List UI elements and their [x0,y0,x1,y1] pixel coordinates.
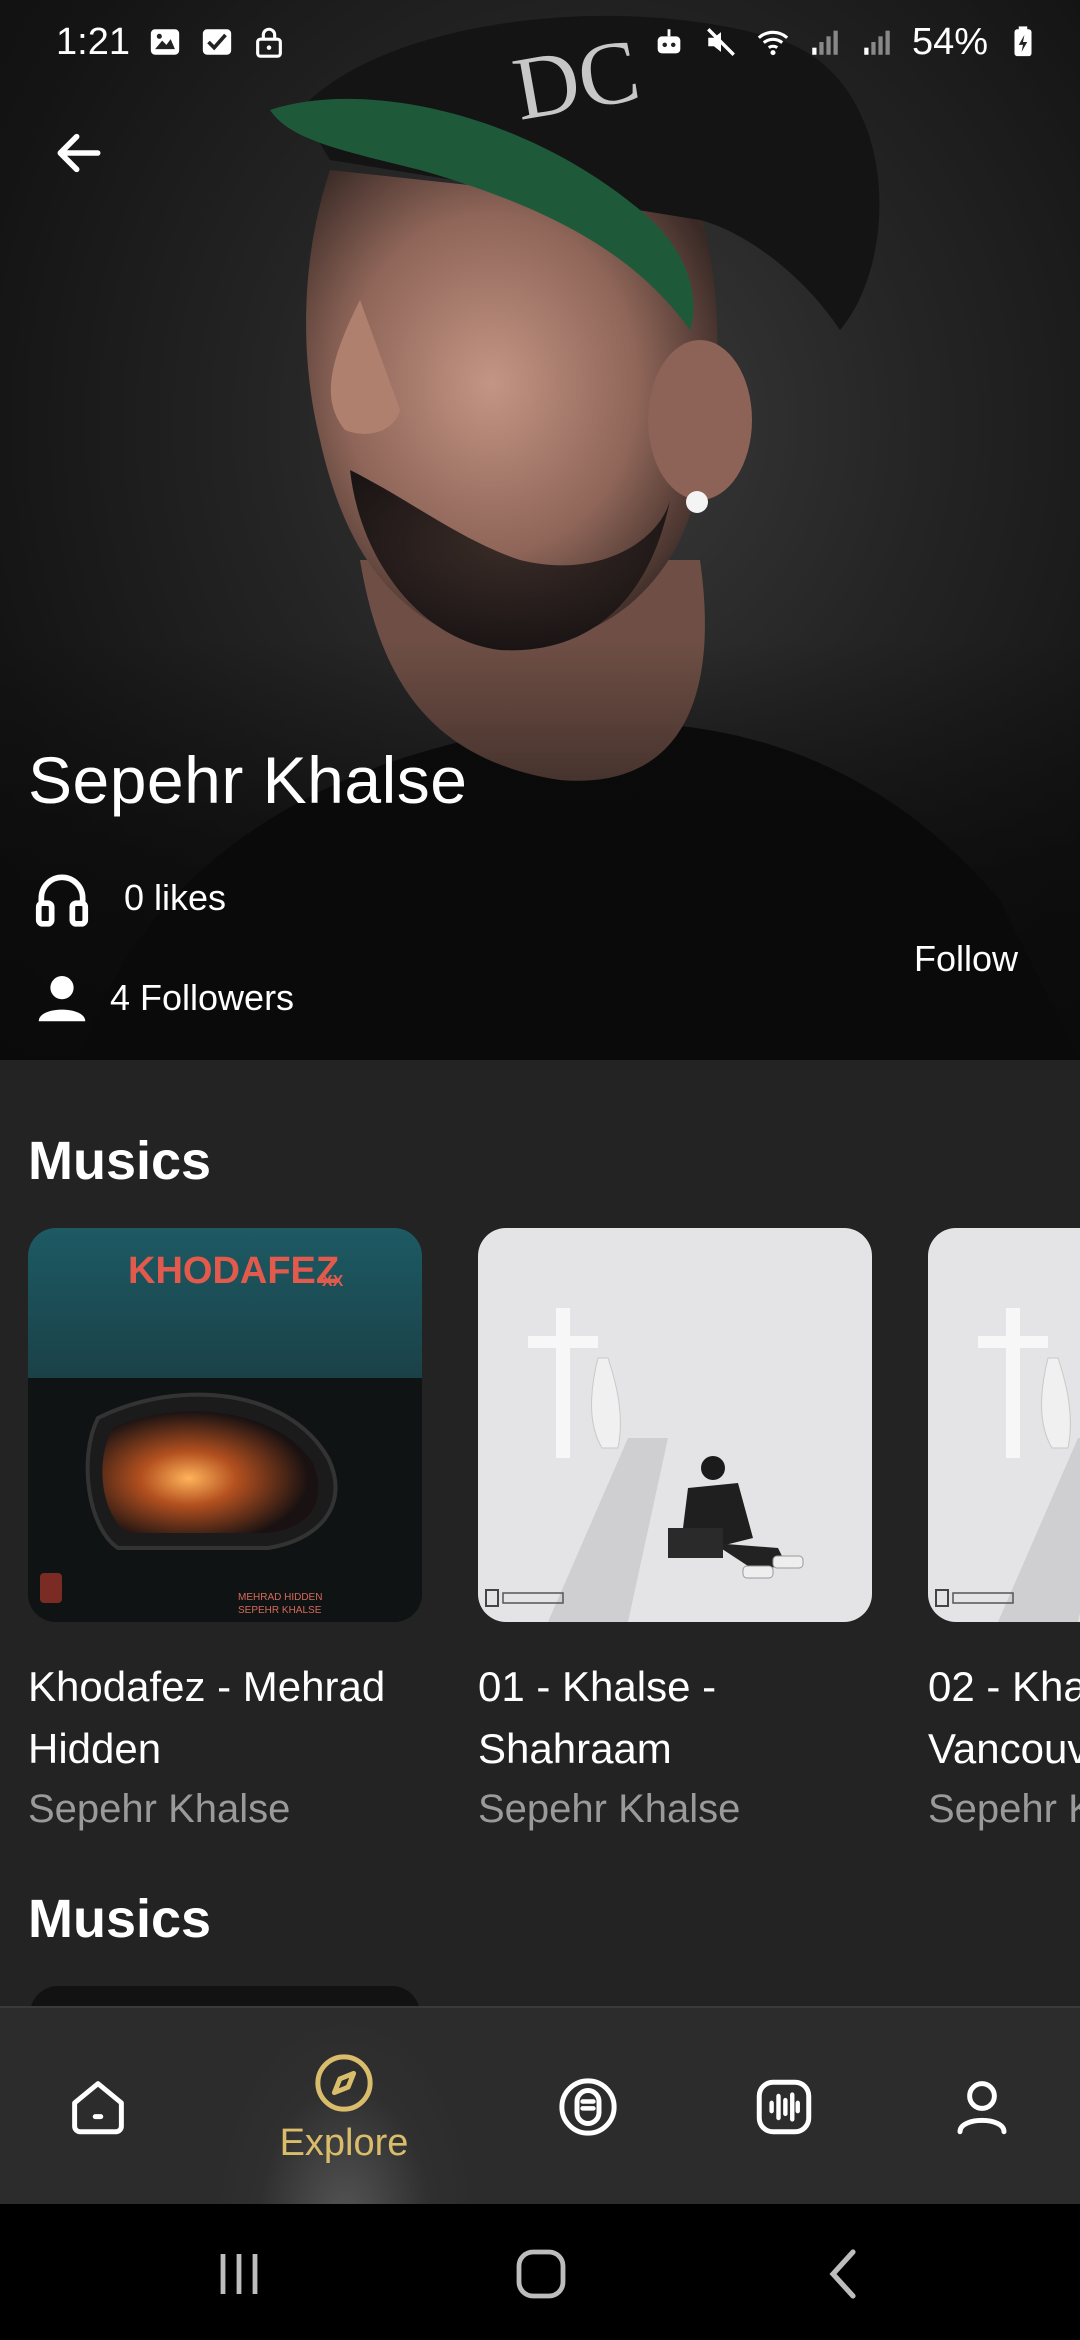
music-carousel[interactable]: MEHRAD HIDDEN SEPEHR KHALSE KHODAFEZ XX … [28,1228,1080,1848]
back-button[interactable] [44,118,114,188]
music-card[interactable]: MEHRAD HIDDEN SEPEHR KHALSE KHODAFEZ XX … [28,1228,422,1838]
mute-icon [704,25,738,59]
cover-title: KHODAFEZ [128,1250,339,1292]
battery-icon [1006,25,1040,59]
nav-home[interactable] [8,2008,188,2206]
home-icon [72,2081,124,2135]
home-circle-icon [516,2249,566,2299]
system-nav-bar [0,2204,1080,2340]
album-cover [928,1228,1080,1622]
svg-text:SEPEHR KHALSE: SEPEHR KHALSE [238,1605,322,1616]
track-artist: Sepehr Khalse [928,1787,1080,1831]
system-back-button[interactable] [810,2244,880,2304]
arrow-left-icon [57,133,101,173]
cover-subtitle: XX [322,1273,344,1290]
compass-icon [315,2053,373,2112]
album-cover [478,1228,872,1622]
nav-explore-label: Explore [279,2121,409,2164]
home-button[interactable] [506,2244,576,2304]
nav-profile[interactable] [892,2008,1072,2206]
podcast-icon [559,2078,617,2136]
music-card[interactable]: 02 - Khalse - Vancouver Sepehr Khalse [928,1228,1080,1838]
followers-stat: 4 Followers [30,966,294,1030]
track-artist: Sepehr Khalse [478,1787,741,1831]
svg-text:MEHRAD HIDDEN: MEHRAD HIDDEN [238,1592,322,1603]
recent-apps-icon [220,2254,258,2294]
signal-icon [860,25,894,59]
nav-explore[interactable]: Explore [254,2008,434,2206]
follow-button[interactable]: Follow [914,938,1018,980]
section-title: Musics [28,1889,212,1949]
signal-icon [808,25,842,59]
person-icon [30,966,94,1030]
likes-stat: 0 likes [30,866,226,930]
nav-audio[interactable] [694,2008,874,2206]
followers-count: 4 Followers [110,977,295,1018]
chevron-left-icon [829,2249,856,2299]
section-title: Musics [28,1131,212,1191]
audio-wave-icon [756,2079,812,2135]
robot-icon [652,25,686,59]
nav-podcast[interactable] [498,2008,678,2206]
user-icon [957,2081,1007,2135]
status-time: 1:21 [56,20,130,63]
bottom-nav: Explore [0,2006,1080,2206]
artist-name: Sepehr Khalse [28,743,468,817]
recent-apps-button[interactable] [204,2244,274,2304]
track-title: 02 - Khalse - Vancouver [928,1663,1080,1772]
track-artist: Sepehr Khalse [28,1787,291,1831]
music-card[interactable]: 01 - Khalse - Shahraam Sepehr Khalse [478,1228,872,1838]
image-icon [148,25,182,59]
wifi-icon [756,25,790,59]
track-title: Khodafez - Mehrad Hidden [28,1663,386,1772]
album-cover: MEHRAD HIDDEN SEPEHR KHALSE KHODAFEZ XX [28,1228,422,1622]
likes-count: 0 likes [124,877,227,918]
track-title: 01 - Khalse - Shahraam [478,1663,717,1772]
battery-percent: 54% [911,20,988,63]
headphones-icon [30,866,94,930]
lock-icon [252,25,286,59]
artist-profile-screen: DC 1:21 54% Sepehr Khalse 0 likes 4 Foll… [0,0,1080,2340]
status-bar: 1:21 54% [0,0,1080,84]
checkbox-icon [200,25,234,59]
